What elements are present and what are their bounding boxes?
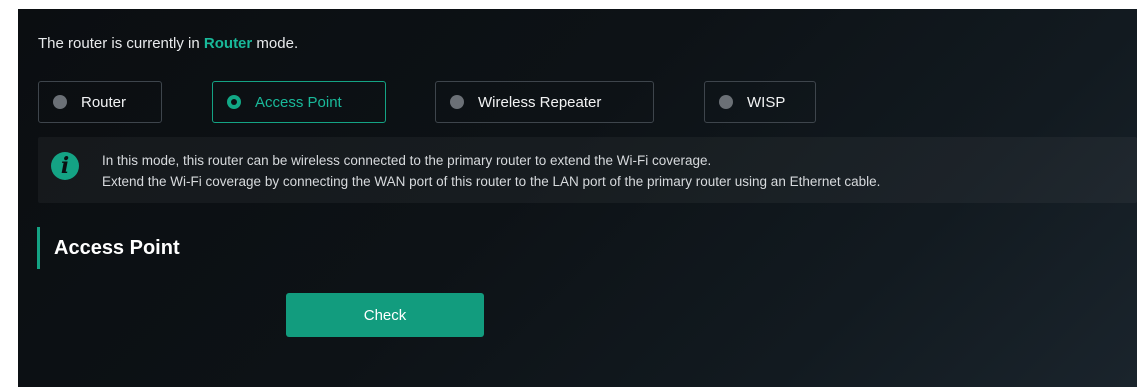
current-mode-status: The router is currently in Router mode. — [38, 35, 298, 52]
info-icon: i — [51, 152, 79, 180]
mode-option-wireless-repeater[interactable]: Wireless Repeater — [435, 81, 654, 123]
check-button[interactable]: Check — [286, 293, 484, 337]
mode-description-line-2: Extend the Wi-Fi coverage by connecting … — [102, 174, 881, 189]
current-mode-value: Router — [203, 35, 253, 52]
section-accent-bar — [37, 227, 40, 269]
radio-icon — [719, 95, 733, 109]
mode-description-line-1: In this mode, this router can be wireles… — [102, 153, 712, 168]
mode-description: In this mode, this router can be wireles… — [102, 150, 880, 192]
radio-selected-icon — [227, 95, 241, 109]
mode-option-label: Wireless Repeater — [478, 93, 602, 111]
mode-description-box: i In this mode, this router can be wirel… — [38, 137, 1137, 203]
status-suffix: mode. — [252, 35, 299, 52]
mode-option-label: Router — [81, 93, 127, 111]
mode-option-access-point[interactable]: Access Point — [212, 81, 386, 123]
radio-icon — [53, 95, 67, 109]
status-prefix: The router is currently in — [38, 35, 204, 52]
radio-icon — [450, 95, 464, 109]
section-title: Access Point — [54, 237, 180, 259]
mode-option-router[interactable]: Router — [38, 81, 162, 123]
mode-option-label: Access Point — [255, 93, 342, 111]
mode-option-label: WISP — [747, 93, 786, 111]
mode-option-wisp[interactable]: WISP — [704, 81, 816, 123]
work-mode-panel: The router is currently in Router mode. … — [18, 9, 1137, 387]
